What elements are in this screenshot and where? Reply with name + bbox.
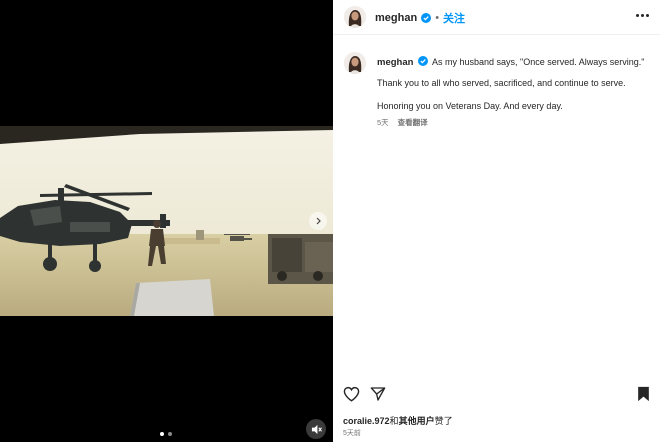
slide-indicator xyxy=(160,432,172,436)
caption-text-line2: Thank you to all who served, sacrificed,… xyxy=(377,78,626,88)
video-frame[interactable] xyxy=(0,126,333,316)
post-media[interactable] xyxy=(0,0,333,442)
speaker-muted-icon xyxy=(311,424,322,434)
avatar[interactable] xyxy=(344,52,366,74)
caption-time: 5天 xyxy=(377,118,389,127)
mute-button[interactable] xyxy=(306,419,326,439)
post-date[interactable]: 5天前 xyxy=(343,428,361,438)
header-username[interactable]: meghan xyxy=(375,12,417,24)
follow-button[interactable]: 关注 xyxy=(443,10,465,26)
bookmark-icon xyxy=(638,386,649,402)
chevron-right-icon xyxy=(316,217,321,225)
save-button[interactable] xyxy=(637,386,650,407)
share-button[interactable] xyxy=(370,386,386,407)
share-icon xyxy=(370,387,386,401)
separator-dot: • xyxy=(435,12,440,24)
profile-photo xyxy=(344,52,366,74)
caption-first-line: meghan As my husband says, "Once served.… xyxy=(377,56,647,69)
liker-username[interactable]: coralie.972 xyxy=(343,416,390,426)
like-button[interactable] xyxy=(343,386,360,407)
action-bar xyxy=(333,380,660,410)
next-slide-button[interactable] xyxy=(309,212,327,230)
more-dots-icon xyxy=(636,14,639,17)
heart-icon xyxy=(343,386,360,402)
verified-badge-icon xyxy=(421,13,432,23)
caption-text-line3: Honoring you on Veterans Day. And every … xyxy=(377,101,563,111)
verified-badge-icon xyxy=(417,56,428,66)
post-info-panel: meghan • 关注 meghan As my husband says, "… xyxy=(333,0,660,442)
caption-text-line1: As my husband says, "Once served. Always… xyxy=(431,57,645,67)
video-still xyxy=(0,126,333,316)
likes-joiner: 和 xyxy=(389,416,399,426)
post-header: meghan • 关注 xyxy=(375,10,465,26)
header-divider xyxy=(333,34,660,35)
caption-username[interactable]: meghan xyxy=(377,57,413,68)
slide-dot-active xyxy=(160,432,164,436)
profile-photo xyxy=(344,6,366,28)
see-translation-link[interactable]: 查看翻译 xyxy=(398,117,428,128)
likes-summary: coralie.972和其他用户赞了 xyxy=(343,414,453,427)
more-options-button[interactable] xyxy=(636,14,649,17)
avatar[interactable] xyxy=(344,6,366,28)
other-likers-link[interactable]: 其他用户 xyxy=(399,416,435,426)
likes-suffix: 赞了 xyxy=(434,416,453,426)
caption-meta: 5天 查看翻译 xyxy=(377,117,428,128)
slide-dot xyxy=(168,432,172,436)
